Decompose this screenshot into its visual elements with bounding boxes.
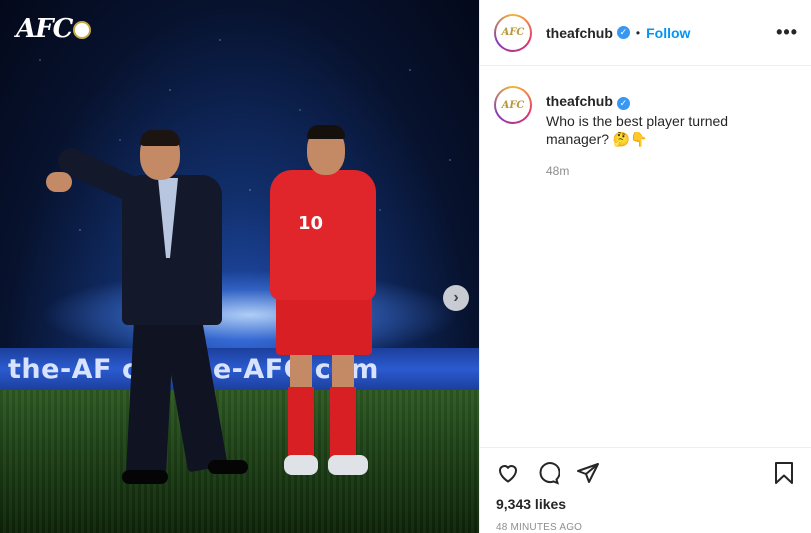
- likes-count[interactable]: 9,343 likes: [496, 496, 796, 512]
- jersey-number: 10: [298, 213, 324, 234]
- chevron-right-icon: ›: [453, 289, 459, 306]
- post-side-panel: AFC theafchub ✓ • Follow ••• AFC theafch…: [479, 0, 811, 533]
- next-slide-button[interactable]: ›: [443, 285, 469, 311]
- avatar[interactable]: AFC: [494, 13, 532, 52]
- follow-button[interactable]: Follow: [646, 25, 690, 41]
- caption-timestamp[interactable]: 48m: [546, 164, 756, 178]
- afc-logo-text: AFC: [16, 14, 73, 44]
- post-timestamp[interactable]: 48 MINUTES AGO: [496, 522, 796, 533]
- more-options-icon[interactable]: •••: [776, 22, 798, 43]
- separator-dot: •: [635, 25, 641, 40]
- player-figure: 10: [262, 125, 382, 485]
- caption-avatar[interactable]: AFC: [494, 86, 532, 124]
- caption-block: AFC theafchub ✓ Who is the best player tu…: [494, 86, 804, 178]
- manager-figure: [46, 130, 248, 490]
- bookmark-icon[interactable]: [772, 461, 796, 485]
- action-bar: 9,343 likes 48 MINUTES AGO: [480, 447, 811, 533]
- heart-icon[interactable]: [496, 461, 520, 485]
- afc-logo: AFC: [16, 14, 92, 44]
- caption-username-link[interactable]: theafchub: [546, 93, 613, 109]
- caption-text: Who is the best player turned manager? 🤔…: [546, 113, 729, 147]
- ball-icon: [73, 21, 92, 39]
- verified-badge-icon: ✓: [616, 97, 630, 110]
- share-icon[interactable]: [576, 461, 600, 485]
- avatar-logo: AFC: [496, 88, 530, 122]
- username-link[interactable]: theafchub: [546, 25, 613, 41]
- post-header: AFC theafchub ✓ • Follow •••: [480, 0, 811, 66]
- post-image[interactable]: the-AF om the-AFC.com AFC 10 ›: [0, 0, 479, 533]
- verified-badge-icon: ✓: [616, 26, 630, 39]
- avatar-logo: AFC: [496, 15, 530, 50]
- comment-icon[interactable]: [536, 461, 560, 485]
